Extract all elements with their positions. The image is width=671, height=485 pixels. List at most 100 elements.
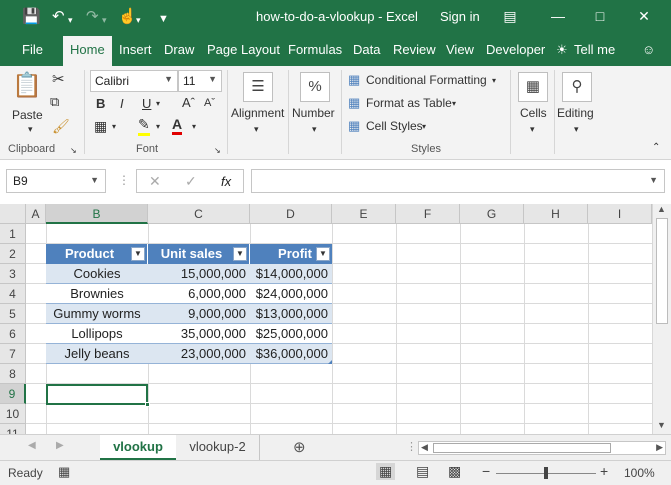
sheet-tab-vlookup-2[interactable]: vlookup-2 [176,435,260,460]
horizontal-scrollbar[interactable]: ◀ ▶ [418,441,666,455]
tell-me-search[interactable]: Tell me [574,42,615,57]
editing-dropdown-icon[interactable]: ▾ [574,124,579,135]
table-cell[interactable]: $13,000,000 [250,304,332,324]
select-all-button[interactable] [0,204,26,224]
vertical-scrollbar[interactable]: ▲ ▼ [652,204,671,434]
column-header[interactable]: C [148,204,250,224]
cells-icon[interactable]: ▦ [518,72,548,102]
tab-file[interactable]: File [22,42,43,57]
paste-button[interactable]: Paste [12,108,43,122]
column-header[interactable]: G [460,204,524,224]
row-header[interactable]: 2 [0,244,26,264]
tab-split-grip-icon[interactable]: ⋮ [406,440,417,453]
column-header[interactable]: E [332,204,396,224]
row-header[interactable]: 5 [0,304,26,324]
editing-button[interactable]: Editing [557,106,594,120]
format-as-table-dropdown-icon[interactable]: ▾ [452,99,456,108]
minimize-icon[interactable]: — [548,6,568,26]
tab-draw[interactable]: Draw [164,42,194,57]
row-header[interactable]: 3 [0,264,26,284]
row-header[interactable]: 9 [0,384,26,404]
maximize-icon[interactable]: □ [590,6,610,26]
italic-button[interactable]: I [120,96,124,111]
borders-icon[interactable]: ▦ [94,118,107,135]
macro-record-icon[interactable]: ▦ [58,464,70,480]
filter-dropdown-icon[interactable]: ▼ [316,247,330,261]
zoom-level[interactable]: 100% [624,466,655,480]
bold-button[interactable]: B [96,96,105,111]
tab-insert[interactable]: Insert [119,42,152,57]
cut-icon[interactable]: ✂ [52,70,65,88]
zoom-slider-thumb[interactable] [544,467,548,479]
increase-font-icon[interactable]: Aˆ [182,95,195,110]
table-cell[interactable]: 23,000,000 [148,344,250,364]
clipboard-launcher-icon[interactable]: ↘ [70,146,77,155]
sheet-tab-vlookup[interactable]: vlookup [100,435,176,460]
cell-styles-icon[interactable]: ▦ [348,118,360,134]
row-header[interactable]: 10 [0,404,26,424]
undo-dropdown-icon[interactable]: ▾ [68,10,73,30]
redo-dropdown-icon[interactable]: ▾ [102,10,107,30]
format-as-table-button[interactable]: Format as Table [366,96,452,110]
table-cell[interactable]: Gummy worms [46,304,148,324]
table-cell[interactable]: $24,000,000 [250,284,332,304]
conditional-formatting-dropdown-icon[interactable]: ▾ [492,76,496,85]
table-cell[interactable]: Brownies [46,284,148,304]
prev-sheet-icon[interactable]: ◀ [28,440,36,451]
alignment-icon[interactable]: ☰ [243,72,273,102]
table-cell[interactable]: $36,000,000 [250,344,332,364]
row-header[interactable]: 7 [0,344,26,364]
fill-color-icon[interactable]: ✎ [138,116,150,136]
page-layout-view-icon[interactable]: ▤ [416,463,429,480]
conditional-formatting-button[interactable]: Conditional Formatting [366,73,487,87]
cell-styles-dropdown-icon[interactable]: ▾ [422,122,426,131]
expand-formula-icon[interactable]: ▼ [649,175,658,185]
font-color-icon[interactable]: A [172,116,183,135]
search-icon[interactable]: ⚲ [562,72,592,102]
tab-developer[interactable]: Developer [486,42,545,57]
table-cell[interactable]: 6,000,000 [148,284,250,304]
copy-icon[interactable]: ⧉ [50,94,59,110]
fill-handle[interactable] [145,402,150,407]
row-header[interactable]: 6 [0,324,26,344]
worksheet-grid[interactable]: A B C D E F G H I 1 2 3 4 5 6 7 8 9 10 1… [0,204,652,434]
font-color-dropdown-icon[interactable]: ▾ [192,122,196,131]
table-cell[interactable]: $25,000,000 [250,324,332,344]
paste-icon[interactable]: 📋 [12,72,42,102]
font-launcher-icon[interactable]: ↘ [214,146,221,155]
insert-function-button[interactable]: fx [221,174,231,189]
alignment-button[interactable]: Alignment [231,106,284,120]
add-sheet-icon[interactable]: ⊕ [293,438,306,456]
column-header[interactable]: H [524,204,588,224]
row-header[interactable]: 8 [0,364,26,384]
table-cell[interactable]: Jelly beans [46,344,148,364]
row-header[interactable]: 4 [0,284,26,304]
table-header-cell[interactable]: Product ▼ [46,244,148,264]
scroll-down-icon[interactable]: ▼ [657,420,666,430]
table-cell[interactable]: 35,000,000 [148,324,250,344]
scroll-right-icon[interactable]: ▶ [656,442,663,453]
cells-dropdown-icon[interactable]: ▾ [530,124,535,135]
tab-data[interactable]: Data [353,42,380,57]
sign-in-link[interactable]: Sign in [440,9,480,24]
number-format-icon[interactable]: % [300,72,330,102]
cell-styles-button[interactable]: Cell Styles [366,119,423,133]
column-header[interactable]: I [588,204,652,224]
touch-mode-icon[interactable]: ☝ [118,7,137,27]
table-cell[interactable]: 15,000,000 [148,264,250,284]
filter-dropdown-icon[interactable]: ▼ [131,247,145,261]
active-cell[interactable] [46,384,148,405]
underline-button[interactable]: U [142,96,151,111]
ribbon-display-icon[interactable]: ▤ [500,6,520,26]
page-break-view-icon[interactable]: ▩ [448,463,461,480]
normal-view-icon[interactable]: ▦ [376,463,396,480]
cells-button[interactable]: Cells [520,106,547,120]
table-cell[interactable]: Lollipops [46,324,148,344]
number-dropdown-icon[interactable]: ▾ [312,124,317,135]
undo-icon[interactable]: ↶ [52,7,65,27]
column-header[interactable]: D [250,204,332,224]
borders-dropdown-icon[interactable]: ▾ [112,122,116,131]
save-icon[interactable]: 💾 [22,7,41,27]
tab-home[interactable]: Home [63,36,112,66]
format-painter-icon[interactable]: 🖌 [52,118,70,135]
